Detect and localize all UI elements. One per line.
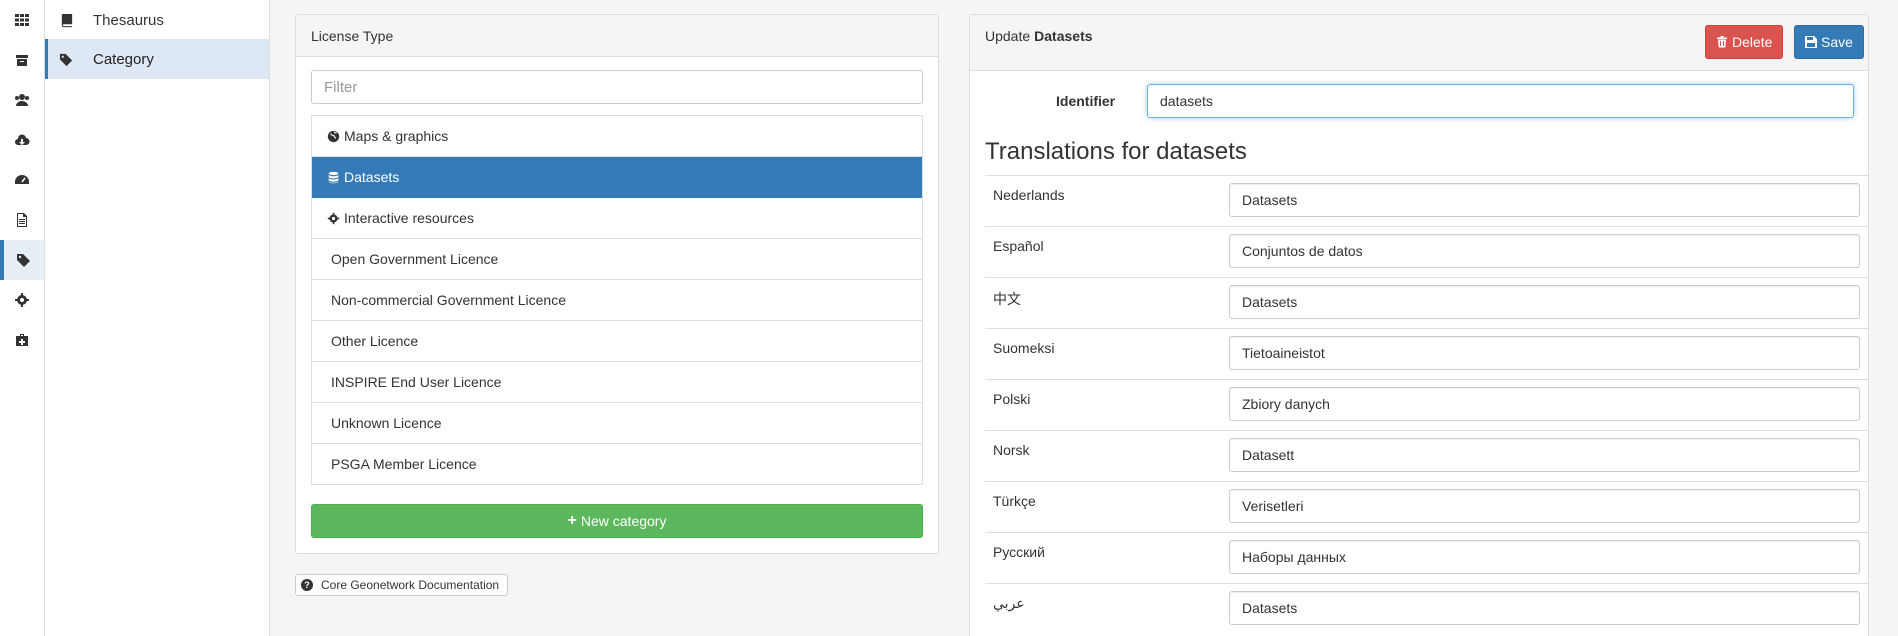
translation-input[interactable]	[1229, 234, 1860, 268]
save-icon	[1805, 36, 1817, 48]
archive-icon	[16, 55, 28, 66]
category-list: Maps & graphics Datasets Interactive res…	[311, 115, 923, 485]
translation-language: Español	[993, 238, 1044, 254]
panel-title: License Type	[296, 15, 938, 57]
list-item-label: Open Government Licence	[331, 251, 499, 267]
tags-icon	[17, 254, 30, 267]
rail-item-dashboard[interactable]	[0, 160, 44, 200]
book-icon	[61, 13, 73, 27]
update-category-panel: Update Datasets Delete Save Identifier T…	[969, 14, 1869, 636]
translation-row: Norsk	[985, 430, 1869, 481]
icon-rail	[0, 0, 45, 636]
list-item[interactable]: PSGA Member Licence	[312, 444, 922, 485]
translation-language: 中文	[993, 291, 1021, 307]
translation-language: Русский	[993, 544, 1045, 560]
list-item[interactable]: INSPIRE End User Licence	[312, 362, 922, 403]
new-category-button[interactable]: + New category	[311, 504, 923, 538]
list-item-label: Other Licence	[331, 333, 419, 349]
translation-language: عربي	[993, 595, 1025, 611]
rail-item-users[interactable]	[0, 80, 44, 120]
tags-icon	[59, 53, 73, 66]
submenu-item-category[interactable]: Category	[45, 39, 269, 79]
identifier-label: Identifier	[1056, 93, 1116, 109]
save-label: Save	[1821, 34, 1853, 50]
documentation-label: Core Geonetwork Documentation	[321, 578, 500, 592]
list-item-label: Maps & graphics	[344, 128, 449, 144]
translation-language: Türkçe	[993, 493, 1036, 509]
translation-input[interactable]	[1229, 438, 1860, 472]
delete-label: Delete	[1732, 34, 1773, 50]
submenu-item-label: Thesaurus	[93, 11, 164, 29]
database-icon	[328, 171, 339, 183]
submenu: Thesaurus Category	[45, 0, 270, 636]
list-item-label: PSGA Member Licence	[331, 456, 477, 472]
list-item[interactable]: Non-commercial Government Licence	[312, 280, 922, 321]
file-icon	[17, 213, 27, 227]
translation-language: Nederlands	[993, 187, 1065, 203]
rail-item-harvest[interactable]	[0, 120, 44, 160]
list-item-label: Datasets	[344, 169, 400, 185]
users-icon	[15, 94, 29, 106]
rail-item-classification[interactable]	[0, 240, 44, 280]
translation-input[interactable]	[1229, 387, 1860, 421]
rail-item-archive[interactable]	[0, 40, 44, 80]
translation-language: Polski	[993, 391, 1031, 407]
translations-table: Nederlands Español 中文 Suomeksi Polski No…	[985, 175, 1869, 634]
list-item[interactable]: Interactive resources	[312, 198, 922, 239]
translation-row: Suomeksi	[985, 328, 1869, 379]
translation-row: عربي	[985, 583, 1869, 634]
heading-prefix: Update	[985, 28, 1031, 44]
save-button[interactable]: Save	[1794, 25, 1864, 59]
translation-row: Nederlands	[985, 175, 1869, 226]
list-item-label: Interactive resources	[344, 210, 474, 226]
submenu-item-thesaurus[interactable]: Thesaurus	[45, 0, 269, 40]
translation-row: Español	[985, 226, 1869, 277]
translation-row: Türkçe	[985, 481, 1869, 532]
translation-row: 中文	[985, 277, 1869, 328]
translation-input[interactable]	[1229, 183, 1860, 217]
list-item[interactable]: Datasets	[312, 157, 922, 198]
translation-row: Polski	[985, 379, 1869, 430]
submenu-item-label: Category	[93, 50, 154, 68]
globe-icon	[327, 130, 340, 142]
cog-icon	[327, 212, 340, 224]
grid-icon	[15, 14, 29, 26]
cloud-download-icon	[15, 134, 30, 145]
translation-row: Русский	[985, 532, 1869, 583]
translation-language: Suomeksi	[993, 340, 1055, 356]
delete-button[interactable]: Delete	[1705, 25, 1784, 59]
rail-item-tools[interactable]	[0, 320, 44, 360]
list-item[interactable]: Open Government Licence	[312, 239, 922, 280]
list-item-label: INSPIRE End User Licence	[331, 374, 502, 390]
translation-input[interactable]	[1229, 591, 1860, 625]
heading-category-name: Datasets	[1034, 28, 1093, 44]
category-list-panel: License Type Maps & graphics Datasets In…	[295, 14, 939, 554]
translation-language: Norsk	[993, 442, 1030, 458]
translation-input[interactable]	[1229, 489, 1860, 523]
list-item[interactable]: Other Licence	[312, 321, 922, 362]
translation-input[interactable]	[1229, 540, 1860, 574]
medkit-icon	[16, 334, 28, 346]
trash-icon	[1717, 36, 1727, 48]
question-icon: ?	[301, 579, 313, 591]
translation-input[interactable]	[1229, 336, 1860, 370]
list-item[interactable]: Maps & graphics	[312, 116, 922, 157]
documentation-link[interactable]: ? Core Geonetwork Documentation	[295, 574, 509, 596]
identifier-input[interactable]	[1147, 84, 1854, 118]
translation-input[interactable]	[1229, 285, 1860, 319]
rail-item-grid[interactable]	[0, 0, 44, 40]
gear-icon	[15, 293, 29, 307]
list-item-label: Non-commercial Government Licence	[331, 292, 566, 308]
list-item[interactable]: Unknown Licence	[312, 403, 922, 444]
dashboard-icon	[15, 175, 29, 184]
rail-item-reports[interactable]	[0, 200, 44, 240]
translations-title: Translations for datasets	[985, 138, 1247, 165]
new-category-label: New category	[580, 513, 667, 529]
rail-item-settings[interactable]	[0, 280, 44, 320]
plus-icon: +	[567, 512, 577, 529]
filter-input[interactable]	[311, 70, 923, 104]
list-item-label: Unknown Licence	[331, 415, 442, 431]
